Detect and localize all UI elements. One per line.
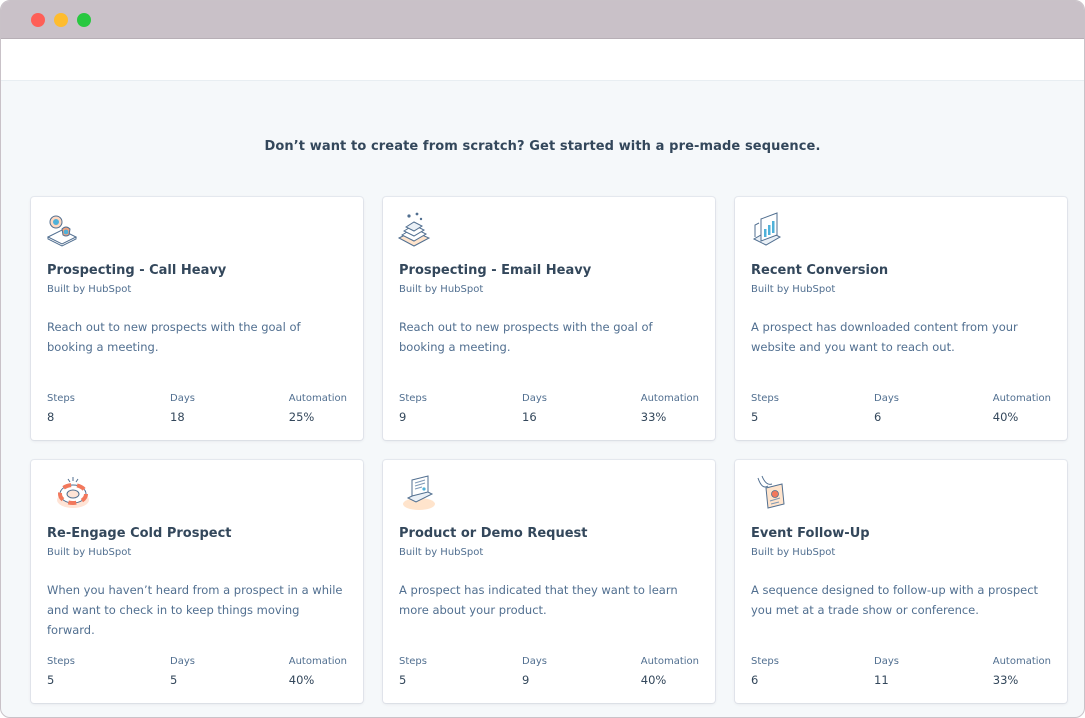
stat-label: Automation (288, 656, 347, 667)
stat-value: 5 (47, 673, 55, 687)
stat-days: Days 18 (170, 393, 195, 424)
sequence-card-product-or-demo-request[interactable]: Product or Demo Request Built by HubSpot… (383, 460, 715, 703)
stat-value: 5 (170, 673, 178, 687)
stat-value: 11 (874, 673, 889, 687)
stat-label: Steps (399, 393, 427, 404)
stat-automation: Automation 40% (641, 656, 699, 687)
maximize-window-button[interactable] (77, 13, 91, 27)
card-title: Prospecting - Call Heavy (47, 263, 227, 278)
demo-screen-icon (403, 475, 435, 510)
stat-value: 5 (751, 410, 759, 424)
browser-window: Don’t want to create from scratch? Get s… (0, 0, 1085, 718)
stat-automation: Automation 33% (993, 656, 1051, 687)
stat-value: 6 (751, 673, 759, 687)
sequence-card-recent-conversion[interactable]: Recent Conversion Built by HubSpot A pro… (735, 197, 1067, 440)
stat-value: 18 (170, 410, 185, 424)
minimize-window-button[interactable] (54, 13, 68, 27)
stat-label: Automation (288, 393, 347, 404)
stat-label: Automation (992, 656, 1051, 667)
stat-value: 5 (399, 673, 407, 687)
stat-label: Automation (992, 393, 1051, 404)
stat-label: Days (874, 393, 899, 404)
card-description: When you haven’t heard from a prospect i… (47, 583, 343, 637)
sequence-card-prospecting-call-heavy[interactable]: Prospecting - Call Heavy Built by HubSpo… (31, 197, 363, 440)
card-description: Reach out to new prospects with the goal… (47, 320, 301, 354)
card-title: Prospecting - Email Heavy (399, 263, 592, 278)
stat-value: 33% (992, 673, 1019, 687)
stat-value: 6 (874, 410, 882, 424)
stat-days: Days 11 (874, 656, 899, 687)
stat-days: Days 6 (874, 393, 899, 424)
stat-days: Days 16 (522, 393, 547, 424)
document-chart-icon (752, 212, 782, 246)
stat-value: 16 (522, 410, 537, 424)
card-title: Recent Conversion (751, 263, 889, 278)
sequence-card-prospecting-email-heavy[interactable]: Prospecting - Email Heavy Built by HubSp… (383, 197, 715, 440)
app-top-bar (1, 39, 1084, 81)
card-title: Product or Demo Request (399, 526, 588, 541)
card-description: A sequence designed to follow-up with a … (751, 583, 1039, 617)
stat-value: 33% (640, 410, 667, 424)
stat-label: Days (522, 656, 547, 667)
phone-call-icon (46, 215, 78, 247)
stat-automation: Automation 40% (289, 656, 347, 687)
stat-label: Automation (640, 393, 699, 404)
stat-steps: Steps 5 (47, 656, 75, 687)
stat-label: Steps (47, 393, 75, 404)
stat-steps: Steps 6 (751, 656, 779, 687)
life-ring-icon (57, 477, 89, 508)
stat-steps: Steps 5 (399, 656, 427, 687)
stat-value: 40% (640, 673, 667, 687)
stat-label: Days (170, 656, 195, 667)
section-heading: Don’t want to create from scratch? Get s… (264, 139, 821, 154)
window-titlebar (1, 1, 1084, 39)
sequence-card-event-follow-up[interactable]: Event Follow-Up Built by HubSpot A seque… (735, 460, 1067, 703)
stat-label: Days (522, 393, 547, 404)
card-description: Reach out to new prospects with the goal… (399, 320, 653, 354)
stat-steps: Steps 9 (399, 393, 427, 424)
stat-value: 9 (399, 410, 407, 424)
stat-steps: Steps 8 (47, 393, 75, 424)
card-title: Re-Engage Cold Prospect (47, 526, 232, 541)
stat-days: Days 9 (522, 656, 547, 687)
email-stack-icon (397, 212, 431, 247)
stat-label: Steps (399, 656, 427, 667)
card-byline: Built by HubSpot (399, 547, 484, 558)
stat-value: 40% (288, 673, 315, 687)
stat-days: Days 5 (170, 656, 195, 687)
stat-label: Days (170, 393, 195, 404)
card-byline: Built by HubSpot (751, 547, 836, 558)
sequence-card-re-engage-cold-prospect[interactable]: Re-Engage Cold Prospect Built by HubSpot… (31, 460, 363, 703)
event-badge-icon (757, 475, 785, 509)
close-window-button[interactable] (31, 13, 45, 27)
stat-automation: Automation 25% (289, 393, 347, 424)
card-byline: Built by HubSpot (47, 284, 132, 295)
stat-label: Days (874, 656, 899, 667)
stat-automation: Automation 33% (641, 393, 699, 424)
card-description: A prospect has indicated that they want … (399, 583, 678, 617)
card-byline: Built by HubSpot (47, 547, 132, 558)
stat-value: 25% (288, 410, 315, 424)
card-byline: Built by HubSpot (399, 284, 484, 295)
stat-value: 40% (992, 410, 1019, 424)
stat-label: Automation (640, 656, 699, 667)
stat-steps: Steps 5 (751, 393, 779, 424)
card-byline: Built by HubSpot (751, 284, 836, 295)
stat-value: 8 (47, 410, 55, 424)
stat-label: Steps (751, 393, 779, 404)
stat-value: 9 (522, 673, 530, 687)
stat-automation: Automation 40% (993, 393, 1051, 424)
stat-label: Steps (47, 656, 75, 667)
stat-label: Steps (751, 656, 779, 667)
card-description: A prospect has downloaded content from y… (751, 320, 1018, 354)
card-title: Event Follow-Up (751, 526, 870, 541)
